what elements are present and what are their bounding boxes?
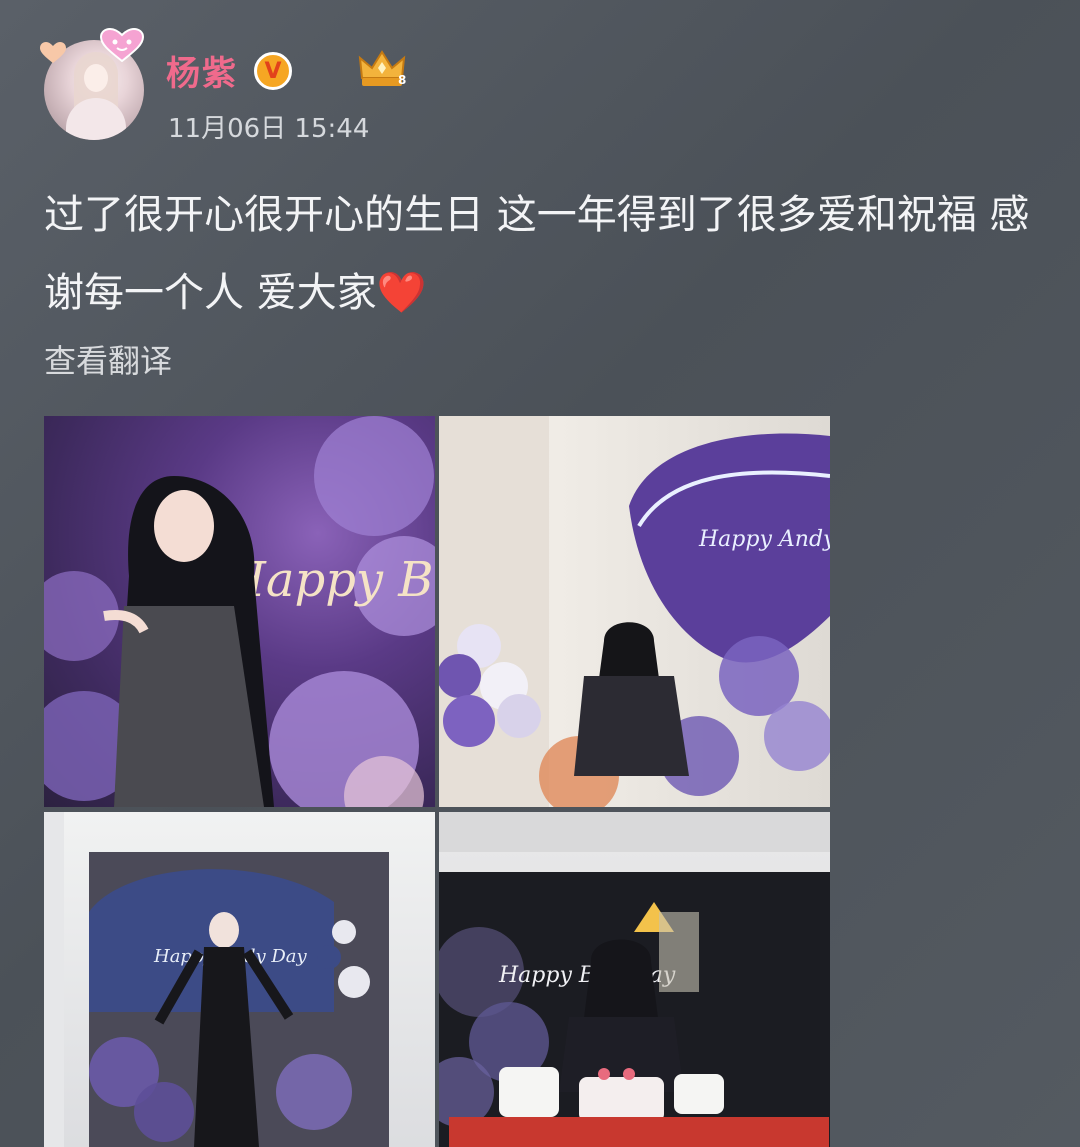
neon-sign-text: Happy Andy Day: [698, 527, 830, 552]
avatar[interactable]: [40, 28, 144, 140]
verified-icon[interactable]: V: [254, 52, 292, 90]
post-timestamp: 11月06日 15:44: [168, 114, 370, 144]
vip-crown-icon[interactable]: 8: [356, 48, 408, 90]
post-text: 过了很开心很开心的生日 这一年得到了很多爱和祝福 感谢每一个人 爱大家❤️: [44, 192, 1030, 316]
post-image-3[interactable]: Happy Andy Day: [44, 812, 435, 1147]
post-image-1[interactable]: Happy Birthday: [44, 416, 435, 807]
heart-small-icon: [40, 42, 66, 63]
post-image-2[interactable]: Happy Andy Day: [439, 416, 830, 807]
post-image-4[interactable]: Happy Birthday: [439, 812, 830, 1147]
vip-level-text: 8: [398, 73, 406, 87]
translate-link[interactable]: 查看翻译: [44, 336, 172, 382]
author-name[interactable]: 杨紫: [166, 46, 238, 95]
heart-badge-icon: [100, 28, 144, 62]
